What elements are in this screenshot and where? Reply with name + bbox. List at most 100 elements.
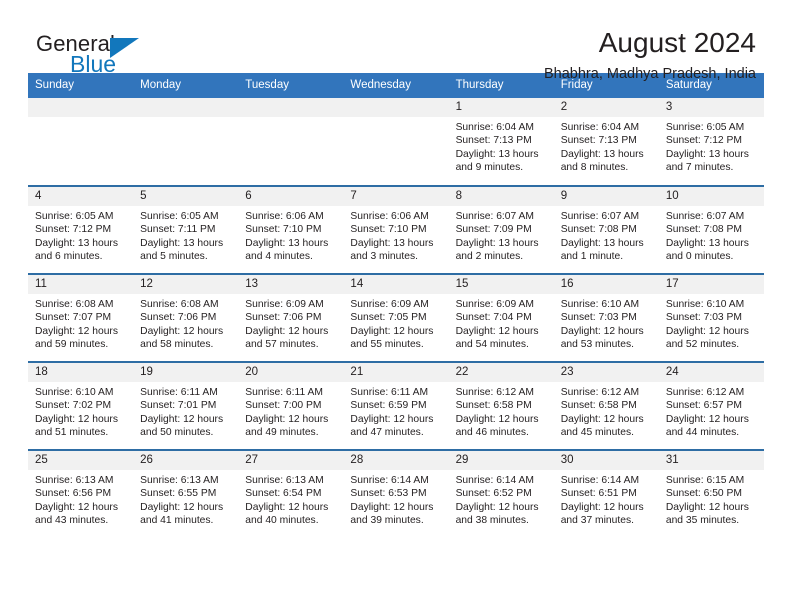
- day-cell-inner: 20 Sunrise: 6:11 AM Sunset: 7:00 PM Dayligh…: [238, 363, 344, 449]
- day-cell-inner: 8 Sunrise: 6:07 AM Sunset: 7:09 PM Daylight…: [448, 187, 554, 273]
- calendar-week-row: 25 Sunrise: 6:13 AM Sunset: 6:56 PM Dayligh…: [28, 449, 764, 538]
- day-number: [238, 98, 344, 117]
- calendar-day-cell[interactable]: 2 Sunrise: 6:04 AM Sunset: 7:13 PM Daylight…: [553, 98, 659, 186]
- sunrise-text: Sunrise: 6:06 AM: [350, 211, 429, 222]
- calendar-day-cell[interactable]: 7 Sunrise: 6:06 AM Sunset: 7:10 PM Daylight…: [343, 185, 449, 274]
- calendar-day-cell[interactable]: 5 Sunrise: 6:05 AM Sunset: 7:11 PM Daylight…: [133, 185, 239, 274]
- calendar-day-cell[interactable]: 1 Sunrise: 6:04 AM Sunset: 7:13 PM Daylight…: [448, 98, 554, 186]
- day-number: 30: [553, 451, 659, 470]
- calendar-day-cell[interactable]: 11 Sunrise: 6:08 AM Sunset: 7:07 PM Dayligh…: [28, 273, 134, 362]
- day-number: 20: [238, 363, 344, 382]
- sunrise-text: Sunrise: 6:13 AM: [245, 475, 324, 486]
- day-number: 12: [133, 275, 239, 294]
- day-header-thursday: Thursday: [448, 73, 554, 98]
- day-cell-details: Sunrise: 6:07 AM Sunset: 7:08 PM Daylight:…: [554, 206, 659, 264]
- calendar-day-cell[interactable]: 28 Sunrise: 6:14 AM Sunset: 6:53 PM Dayligh…: [343, 449, 449, 538]
- sunset-text: Sunset: 7:09 PM: [455, 224, 532, 236]
- sunset-text: Sunset: 7:03 PM: [665, 312, 742, 324]
- sunset-text: Sunset: 7:13 PM: [455, 135, 532, 147]
- sunset-text: Sunset: 7:06 PM: [245, 312, 322, 324]
- calendar-day-cell[interactable]: 25 Sunrise: 6:13 AM Sunset: 6:56 PM Dayligh…: [28, 449, 134, 538]
- calendar-day-cell[interactable]: 14 Sunrise: 6:09 AM Sunset: 7:05 PM Dayligh…: [343, 273, 449, 362]
- daylight-text: Daylight: 12 hours and 53 minutes.: [560, 325, 644, 351]
- day-cell-details: Sunrise: 6:12 AM Sunset: 6:57 PM Daylight:…: [659, 382, 764, 440]
- sunrise-text: Sunrise: 6:12 AM: [455, 387, 534, 398]
- calendar-day-cell-empty: [28, 98, 134, 186]
- day-cell-details: Sunrise: 6:12 AM Sunset: 6:58 PM Daylight:…: [449, 382, 554, 440]
- sunset-text: Sunset: 6:52 PM: [455, 488, 532, 500]
- calendar-day-cell[interactable]: 21 Sunrise: 6:11 AM Sunset: 6:59 PM Dayligh…: [343, 361, 449, 450]
- calendar-day-cell[interactable]: 22 Sunrise: 6:12 AM Sunset: 6:58 PM Dayligh…: [448, 361, 554, 450]
- daylight-text: Daylight: 12 hours and 55 minutes.: [350, 325, 434, 351]
- calendar-day-cell[interactable]: 23 Sunrise: 6:12 AM Sunset: 6:58 PM Dayligh…: [553, 361, 659, 450]
- calendar-day-cell[interactable]: 26 Sunrise: 6:13 AM Sunset: 6:55 PM Dayligh…: [133, 449, 239, 538]
- daylight-text: Daylight: 13 hours and 8 minutes.: [560, 148, 644, 174]
- daylight-text: Daylight: 13 hours and 6 minutes.: [35, 237, 118, 263]
- sunset-text: Sunset: 7:01 PM: [140, 400, 217, 412]
- calendar-day-cell[interactable]: 27 Sunrise: 6:13 AM Sunset: 6:54 PM Dayligh…: [238, 449, 344, 538]
- logo-text-blue: Blue: [70, 51, 117, 77]
- calendar-day-cell[interactable]: 20 Sunrise: 6:11 AM Sunset: 7:00 PM Dayligh…: [238, 361, 344, 450]
- sunrise-text: Sunrise: 6:14 AM: [560, 475, 640, 486]
- general-blue-logo[interactable]: General Blue: [36, 31, 216, 79]
- sunset-text: Sunset: 6:58 PM: [455, 400, 532, 412]
- day-number: 25: [28, 451, 134, 470]
- day-number: 9: [553, 187, 659, 206]
- day-number: 18: [28, 363, 134, 382]
- day-number: 7: [343, 187, 449, 206]
- calendar-day-cell[interactable]: 16 Sunrise: 6:10 AM Sunset: 7:03 PM Dayligh…: [553, 273, 659, 362]
- calendar-day-cell[interactable]: 30 Sunrise: 6:14 AM Sunset: 6:51 PM Dayligh…: [553, 449, 659, 538]
- calendar-day-cell[interactable]: 17 Sunrise: 6:10 AM Sunset: 7:03 PM Dayligh…: [658, 273, 764, 362]
- calendar-day-cell[interactable]: 31 Sunrise: 6:15 AM Sunset: 6:50 PM Dayligh…: [658, 449, 764, 538]
- sunset-text: Sunset: 7:06 PM: [140, 312, 217, 324]
- day-cell-details: Sunrise: 6:14 AM Sunset: 6:51 PM Daylight:…: [554, 470, 659, 528]
- day-cell-details: Sunrise: 6:06 AM Sunset: 7:10 PM Daylight:…: [238, 206, 343, 264]
- calendar-week-row: 1 Sunrise: 6:04 AM Sunset: 7:13 PM Daylight…: [28, 98, 764, 186]
- calendar-day-cell[interactable]: 4 Sunrise: 6:05 AM Sunset: 7:12 PM Daylight…: [28, 185, 134, 274]
- calendar-day-cell[interactable]: 6 Sunrise: 6:06 AM Sunset: 7:10 PM Daylight…: [238, 185, 344, 274]
- sunrise-text: Sunrise: 6:13 AM: [35, 475, 114, 486]
- sunrise-text: Sunrise: 6:11 AM: [350, 387, 429, 398]
- day-number: 17: [658, 275, 764, 294]
- day-cell-inner: [343, 98, 449, 185]
- day-number: 11: [28, 275, 134, 294]
- calendar-day-cell[interactable]: 10 Sunrise: 6:07 AM Sunset: 7:08 PM Dayligh…: [658, 185, 764, 274]
- calendar-day-cell[interactable]: 19 Sunrise: 6:11 AM Sunset: 7:01 PM Dayligh…: [133, 361, 239, 450]
- calendar-day-cell[interactable]: 9 Sunrise: 6:07 AM Sunset: 7:08 PM Daylight…: [553, 185, 659, 274]
- daylight-text: Daylight: 12 hours and 52 minutes.: [665, 325, 749, 351]
- page-title: August 2024: [598, 27, 756, 58]
- sunset-text: Sunset: 6:58 PM: [560, 400, 637, 412]
- calendar-day-cell[interactable]: 15 Sunrise: 6:09 AM Sunset: 7:04 PM Dayligh…: [448, 273, 554, 362]
- day-number: 10: [658, 187, 764, 206]
- day-cell-details: Sunrise: 6:10 AM Sunset: 7:02 PM Daylight:…: [28, 382, 133, 440]
- sunrise-text: Sunrise: 6:14 AM: [455, 475, 534, 486]
- day-number: 22: [448, 363, 554, 382]
- daylight-text: Daylight: 12 hours and 35 minutes.: [665, 501, 749, 527]
- calendar-day-cell[interactable]: 13 Sunrise: 6:09 AM Sunset: 7:06 PM Dayligh…: [238, 273, 344, 362]
- daylight-text: Daylight: 12 hours and 45 minutes.: [560, 413, 644, 439]
- day-cell-details: Sunrise: 6:13 AM Sunset: 6:56 PM Daylight:…: [28, 470, 133, 528]
- calendar-day-cell[interactable]: 29 Sunrise: 6:14 AM Sunset: 6:52 PM Dayligh…: [448, 449, 554, 538]
- calendar-grid: Sunday Monday Tuesday Wednesday Thursday…: [28, 73, 764, 538]
- daylight-text: Daylight: 12 hours and 38 minutes.: [455, 501, 539, 527]
- calendar-day-cell[interactable]: 12 Sunrise: 6:08 AM Sunset: 7:06 PM Dayligh…: [133, 273, 239, 362]
- day-number: 29: [448, 451, 554, 470]
- day-cell-inner: 11 Sunrise: 6:08 AM Sunset: 7:07 PM Dayligh…: [28, 275, 134, 361]
- day-cell-inner: 21 Sunrise: 6:11 AM Sunset: 6:59 PM Dayligh…: [343, 363, 449, 449]
- title-block: August 2024 Bhabhra, Madhya Pradesh, Ind…: [544, 26, 756, 84]
- sunrise-text: Sunrise: 6:05 AM: [665, 122, 745, 133]
- sunset-text: Sunset: 7:10 PM: [245, 224, 322, 236]
- calendar-day-cell[interactable]: 8 Sunrise: 6:07 AM Sunset: 7:09 PM Daylight…: [448, 185, 554, 274]
- sunrise-text: Sunrise: 6:09 AM: [455, 299, 534, 310]
- sunset-text: Sunset: 7:11 PM: [140, 224, 216, 236]
- sunset-text: Sunset: 6:54 PM: [245, 488, 322, 500]
- calendar-day-cell[interactable]: 24 Sunrise: 6:12 AM Sunset: 6:57 PM Dayligh…: [658, 361, 764, 450]
- calendar-day-cell[interactable]: 18 Sunrise: 6:10 AM Sunset: 7:02 PM Dayligh…: [28, 361, 134, 450]
- sunrise-text: Sunrise: 6:10 AM: [560, 299, 640, 310]
- daylight-text: Daylight: 13 hours and 2 minutes.: [455, 237, 539, 263]
- calendar-day-cell[interactable]: 3 Sunrise: 6:05 AM Sunset: 7:12 PM Daylight…: [658, 98, 764, 186]
- daylight-text: Daylight: 13 hours and 9 minutes.: [455, 148, 539, 174]
- day-number: 31: [658, 451, 764, 470]
- day-cell-inner: 13 Sunrise: 6:09 AM Sunset: 7:06 PM Dayligh…: [238, 275, 344, 361]
- day-cell-details: Sunrise: 6:06 AM Sunset: 7:10 PM Daylight:…: [343, 206, 448, 264]
